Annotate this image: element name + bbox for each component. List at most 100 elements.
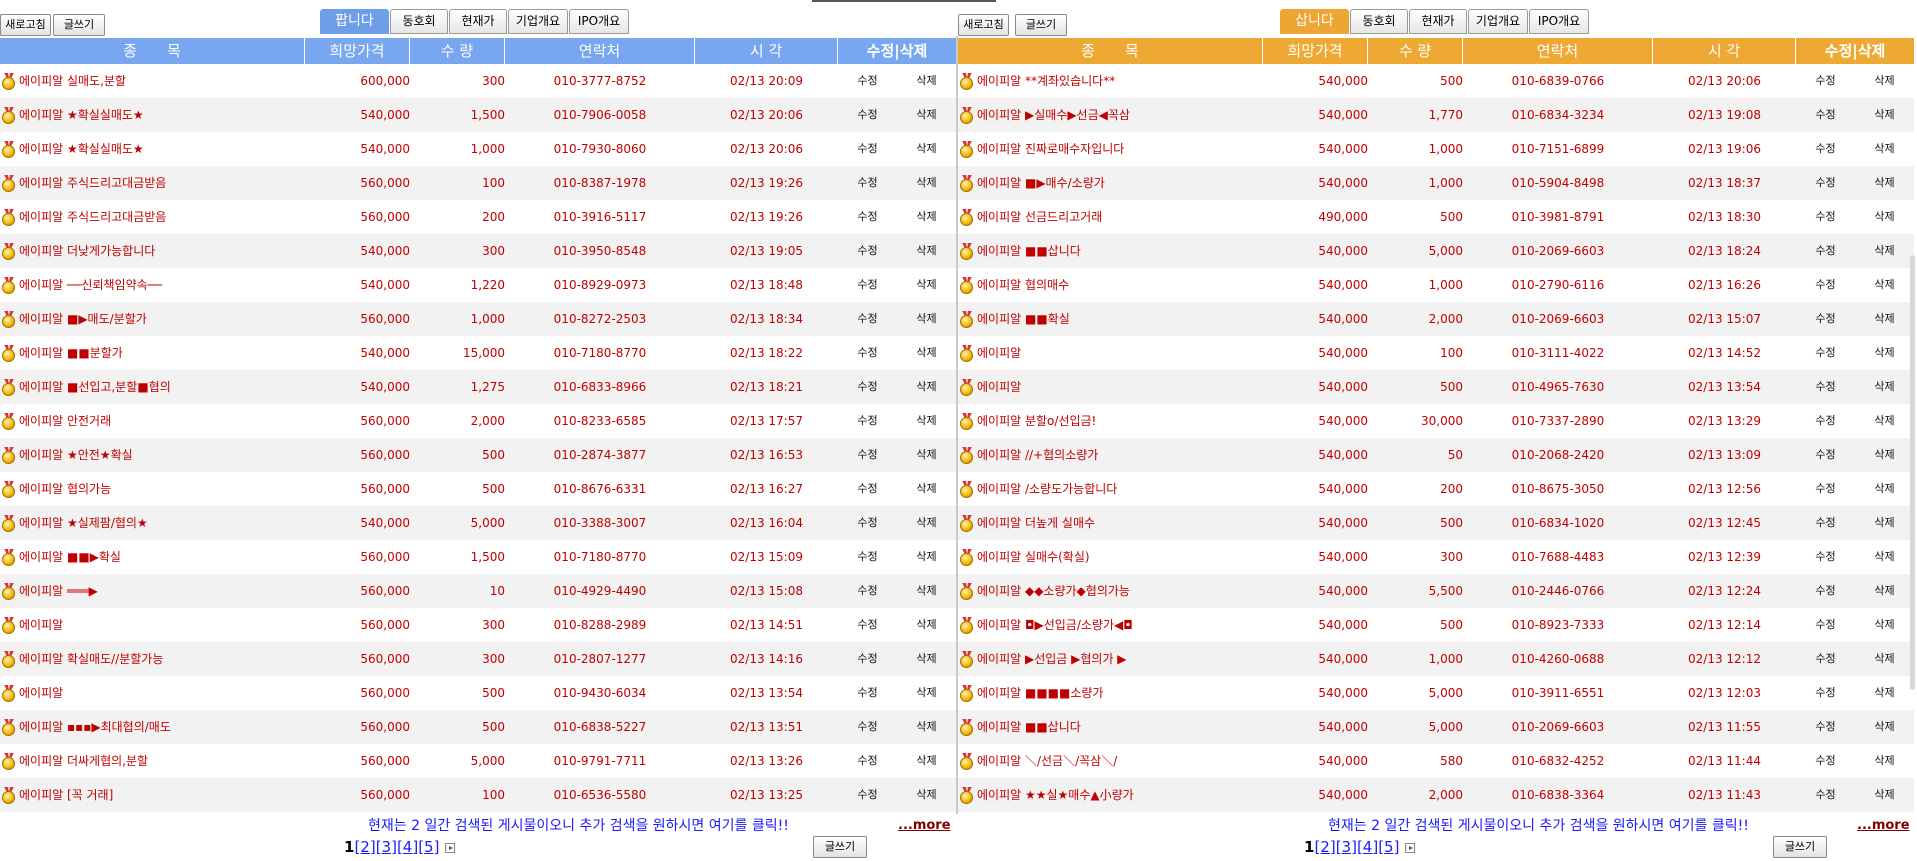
stock-name-cell[interactable]: 에이피알 ▶선입금 ▶협의가 ▶ xyxy=(958,642,1263,676)
stock-name-link[interactable]: 에이피알 ■▶매도/분할가 xyxy=(19,302,147,336)
stock-name-cell[interactable]: 에이피알 xyxy=(0,676,305,710)
stock-name-cell[interactable]: 에이피알 진짜로매수자입니다 xyxy=(958,132,1263,166)
stock-name-cell[interactable]: 에이피알 협의가능 xyxy=(0,472,305,506)
stock-name-link[interactable]: 에이피알 ═══▶ xyxy=(19,574,98,608)
stock-name-link[interactable]: 에이피알 ■■삽니다 xyxy=(977,234,1081,268)
stock-name-cell[interactable]: 에이피알 ──신뢰책임약속── xyxy=(0,268,305,302)
page-link-4[interactable]: [4] xyxy=(397,838,418,856)
page-link-3[interactable]: [3] xyxy=(1336,838,1357,856)
edit-button[interactable]: 수정 xyxy=(838,506,897,540)
delete-button[interactable]: 삭제 xyxy=(1855,472,1914,506)
stock-name-link[interactable]: 에이피알 xyxy=(977,370,1021,404)
stock-name-cell[interactable]: 에이피알 [꼭 거래] xyxy=(0,778,305,812)
stock-name-link[interactable]: 에이피알 주식드리고대금받음 xyxy=(19,200,166,234)
tab-current-price[interactable]: 현재가 xyxy=(1409,9,1467,34)
refresh-button[interactable]: 새로고침 xyxy=(958,14,1009,36)
delete-button[interactable]: 삭제 xyxy=(1855,302,1914,336)
stock-name-link[interactable]: 에이피알 협의가능 xyxy=(19,472,111,506)
stock-name-cell[interactable]: 에이피알 ■■■■소량가 xyxy=(958,676,1263,710)
scrollbar-thumb[interactable] xyxy=(1910,255,1915,690)
stock-name-link[interactable]: 에이피알 xyxy=(19,676,63,710)
stock-name-cell[interactable]: 에이피알 xyxy=(958,370,1263,404)
edit-button[interactable]: 수정 xyxy=(838,778,897,812)
edit-button[interactable]: 수정 xyxy=(838,472,897,506)
stock-name-cell[interactable]: 에이피알 실매수(확실) xyxy=(958,540,1263,574)
edit-button[interactable]: 수정 xyxy=(838,132,897,166)
edit-button[interactable]: 수정 xyxy=(838,234,897,268)
stock-name-cell[interactable]: 에이피알 /소량도가능합니다 xyxy=(958,472,1263,506)
stock-name-cell[interactable]: 에이피알 ★실제팜/협의★ xyxy=(0,506,305,540)
delete-button[interactable]: 삭제 xyxy=(897,234,956,268)
stock-name-cell[interactable]: 에이피알 ■■확실 xyxy=(958,302,1263,336)
delete-button[interactable]: 삭제 xyxy=(1855,132,1914,166)
stock-name-cell[interactable]: 에이피알 안전거래 xyxy=(0,404,305,438)
delete-button[interactable]: 삭제 xyxy=(897,642,956,676)
delete-button[interactable]: 삭제 xyxy=(1855,608,1914,642)
edit-button[interactable]: 수정 xyxy=(1796,370,1855,404)
stock-name-cell[interactable]: 에이피알 협의매수 xyxy=(958,268,1263,302)
delete-button[interactable]: 삭제 xyxy=(897,472,956,506)
stock-name-cell[interactable]: 에이피알 ■■삽니다 xyxy=(958,710,1263,744)
stock-name-cell[interactable]: 에이피알 ═══▶ xyxy=(0,574,305,608)
edit-button[interactable]: 수정 xyxy=(1796,404,1855,438)
stock-name-cell[interactable]: 에이피알 더높게 실매수 xyxy=(958,506,1263,540)
delete-button[interactable]: 삭제 xyxy=(897,64,956,98)
edit-button[interactable]: 수정 xyxy=(1796,574,1855,608)
edit-button[interactable]: 수정 xyxy=(1796,506,1855,540)
stock-name-cell[interactable]: 에이피알 xyxy=(0,608,305,642)
page-link-3[interactable]: [3] xyxy=(376,838,397,856)
edit-button[interactable]: 수정 xyxy=(1796,336,1855,370)
stock-name-cell[interactable]: 에이피알 ★확실실매도★ xyxy=(0,132,305,166)
stock-name-cell[interactable]: 에이피알 ■■▶확실 xyxy=(0,540,305,574)
stock-name-cell[interactable]: 에이피알 **계좌있습니다** xyxy=(958,64,1263,98)
delete-button[interactable]: 삭제 xyxy=(1855,710,1914,744)
delete-button[interactable]: 삭제 xyxy=(1855,574,1914,608)
delete-button[interactable]: 삭제 xyxy=(897,370,956,404)
edit-button[interactable]: 수정 xyxy=(838,336,897,370)
edit-button[interactable]: 수정 xyxy=(1796,642,1855,676)
stock-name-cell[interactable]: 에이피알 선금드리고거래 xyxy=(958,200,1263,234)
delete-button[interactable]: 삭제 xyxy=(1855,268,1914,302)
stock-name-link[interactable]: 에이피알 ▶실매수▶선금◀꼭삼 xyxy=(977,98,1130,132)
edit-button[interactable]: 수정 xyxy=(838,302,897,336)
stock-name-link[interactable]: 에이피알 ◘▶선입금/소량가◀◘ xyxy=(977,608,1133,642)
edit-button[interactable]: 수정 xyxy=(838,574,897,608)
delete-button[interactable]: 삭제 xyxy=(1855,370,1914,404)
stock-name-link[interactable]: 에이피알 진짜로매수자입니다 xyxy=(977,132,1124,166)
delete-button[interactable]: 삭제 xyxy=(897,132,956,166)
delete-button[interactable]: 삭제 xyxy=(897,200,956,234)
delete-button[interactable]: 삭제 xyxy=(897,302,956,336)
stock-name-cell[interactable]: 에이피알 실매도,분할 xyxy=(0,64,305,98)
stock-name-cell[interactable]: 에이피알 ◘▶선입금/소량가◀◘ xyxy=(958,608,1263,642)
stock-name-link[interactable]: 에이피알 **계좌있습니다** xyxy=(977,64,1115,98)
delete-button[interactable]: 삭제 xyxy=(1855,540,1914,574)
tab-company-overview[interactable]: 기업개요 xyxy=(508,9,568,34)
stock-name-link[interactable]: 에이피알 ★확실실매도★ xyxy=(19,98,144,132)
stock-name-link[interactable]: 에이피알 ★안전★확실 xyxy=(19,438,133,472)
delete-button[interactable]: 삭제 xyxy=(897,438,956,472)
more-link[interactable]: ...more xyxy=(898,818,951,833)
delete-button[interactable]: 삭제 xyxy=(897,744,956,778)
stock-name-link[interactable]: 에이피알 [꼭 거래] xyxy=(19,778,113,812)
tab-ipo-overview[interactable]: IPO개요 xyxy=(569,9,629,34)
edit-button[interactable]: 수정 xyxy=(838,64,897,98)
edit-button[interactable]: 수정 xyxy=(838,404,897,438)
search-notice-link[interactable]: 현재는 2 일간 검색된 게시물이오니 추가 검색을 원하시면 여기를 클릭!! xyxy=(368,815,789,835)
stock-name-cell[interactable]: 에이피알 ★안전★확실 xyxy=(0,438,305,472)
edit-button[interactable]: 수정 xyxy=(838,608,897,642)
tab-current-price[interactable]: 현재가 xyxy=(449,9,507,34)
search-notice-link[interactable]: 현재는 2 일간 검색된 게시물이오니 추가 검색을 원하시면 여기를 클릭!! xyxy=(1328,815,1749,835)
delete-button[interactable]: 삭제 xyxy=(897,506,956,540)
stock-name-cell[interactable]: 에이피알 주식드리고대금받음 xyxy=(0,166,305,200)
stock-name-link[interactable]: 에이피알 ＼/선금＼/꼭삼＼/ xyxy=(977,744,1117,778)
page-link-2[interactable]: [2] xyxy=(1314,838,1335,856)
write-button-bottom[interactable]: 글쓰기 xyxy=(813,836,867,858)
delete-button[interactable]: 삭제 xyxy=(897,336,956,370)
delete-button[interactable]: 삭제 xyxy=(897,404,956,438)
delete-button[interactable]: 삭제 xyxy=(1855,438,1914,472)
delete-button[interactable]: 삭제 xyxy=(897,166,956,200)
stock-name-link[interactable]: 에이피알 //+협의소량가 xyxy=(977,438,1098,472)
stock-name-link[interactable]: 에이피알 안전거래 xyxy=(19,404,111,438)
delete-button[interactable]: 삭제 xyxy=(897,608,956,642)
stock-name-link[interactable]: 에이피알 ★★실★매수▲小량가 xyxy=(977,778,1134,812)
